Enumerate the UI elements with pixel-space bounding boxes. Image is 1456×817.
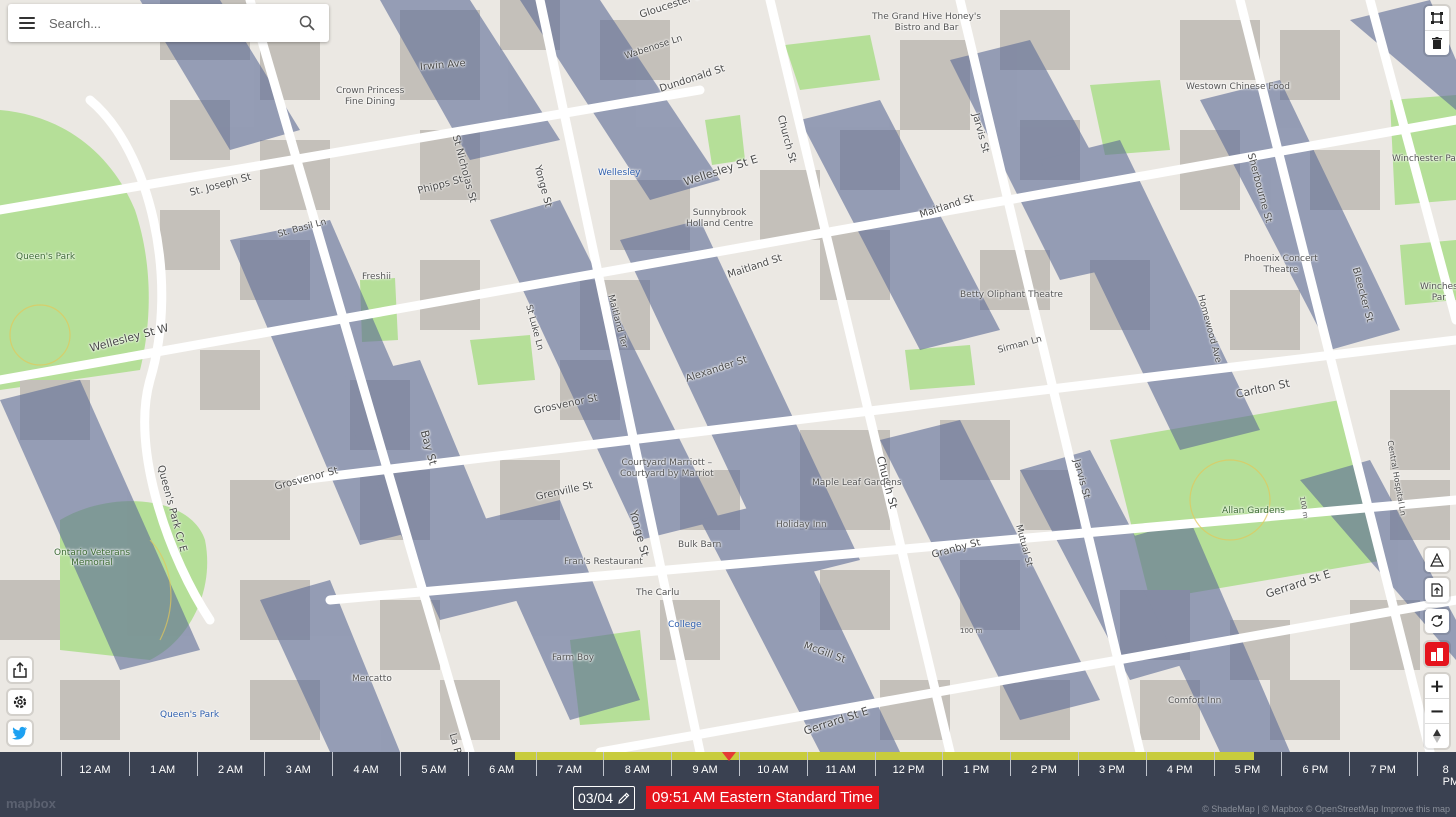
hour-label[interactable]: 1 PM — [963, 764, 989, 776]
poi-label[interactable]: Freshii — [362, 272, 391, 283]
hour-tick — [1213, 752, 1215, 776]
transit-station-label[interactable]: Queen's Park — [160, 710, 219, 720]
hour-tick — [942, 752, 944, 776]
poi-label[interactable]: Courtyard Marriott – Courtyard by Marrio… — [620, 458, 714, 480]
hour-tick — [535, 752, 537, 776]
poi-label[interactable]: Betty Oliphant Theatre — [960, 290, 1063, 301]
current-time-marker[interactable] — [721, 752, 736, 761]
search-input[interactable] — [47, 14, 281, 32]
hour-tick — [1010, 752, 1012, 776]
building-grid-icon[interactable] — [1425, 548, 1449, 572]
poi-label[interactable]: Holiday Inn — [776, 520, 827, 531]
hour-label[interactable]: 10 AM — [757, 764, 788, 776]
poi-label[interactable]: Fran's Restaurant — [564, 557, 643, 568]
twitter-icon[interactable] — [8, 721, 32, 745]
hour-label[interactable]: 8 AM — [625, 764, 650, 776]
hour-label[interactable]: 2 AM — [218, 764, 243, 776]
hour-label[interactable]: 2 PM — [1031, 764, 1057, 776]
hour-label[interactable]: 3 PM — [1099, 764, 1125, 776]
hour-tick — [1078, 752, 1079, 776]
upload-file-icon[interactable] — [1425, 578, 1449, 602]
hour-tick — [1281, 752, 1283, 776]
hour-tick — [467, 752, 469, 776]
hour-label[interactable]: 4 PM — [1167, 764, 1193, 776]
hour-tick — [874, 752, 876, 776]
hour-tick — [1417, 752, 1418, 776]
hour-label[interactable]: 8 PM — [1443, 764, 1456, 788]
draw-square-icon[interactable] — [1425, 6, 1449, 31]
hour-label[interactable]: 7 PM — [1370, 764, 1396, 776]
park-label[interactable]: Ontario Veterans Memorial — [54, 548, 130, 568]
hour-label[interactable]: 11 AM — [826, 764, 856, 776]
hour-label[interactable]: 12 PM — [893, 764, 925, 776]
poi-label[interactable]: Sunnybrook Holland Centre — [686, 208, 753, 230]
hour-tick — [264, 752, 266, 776]
hour-tick — [739, 752, 740, 776]
hour-label[interactable]: 7 AM — [557, 764, 582, 776]
park-label[interactable]: Queen's Park — [16, 252, 75, 262]
hour-tick — [1145, 752, 1147, 776]
poi-label[interactable]: Maple Leaf Gardens — [812, 478, 902, 489]
zoom-out-button[interactable]: − — [1425, 699, 1449, 724]
poi-label[interactable]: Bulk Barn — [678, 540, 721, 551]
hour-tick — [196, 752, 198, 776]
poi-label[interactable]: Winchester Par — [1392, 154, 1456, 165]
draw-controls — [1425, 6, 1449, 55]
buildings-icon[interactable] — [1425, 642, 1449, 666]
hour-label[interactable]: 5 AM — [421, 764, 446, 776]
poi-label[interactable]: Westown Chinese Food — [1186, 82, 1290, 93]
zoom-controls: + − — [1425, 674, 1449, 748]
map-canvas[interactable] — [0, 0, 1456, 752]
hour-tick — [603, 752, 605, 776]
park-label[interactable]: Allan Gardens — [1222, 506, 1285, 516]
hour-tick — [128, 752, 130, 776]
poi-label[interactable]: Farm Boy — [552, 653, 594, 664]
poi-label[interactable]: The Grand Hive Honey's Bistro and Bar — [872, 12, 981, 34]
menu-icon[interactable] — [19, 17, 35, 29]
transit-station-label[interactable]: College — [668, 620, 702, 630]
search-icon[interactable] — [299, 15, 315, 31]
search-bar — [8, 4, 329, 42]
compass-icon[interactable] — [1425, 724, 1449, 748]
transit-station-label[interactable]: Wellesley — [598, 168, 641, 178]
hour-label[interactable]: 3 AM — [286, 764, 311, 776]
current-time-label: 09:51 AM Eastern Standard Time — [646, 786, 879, 809]
hour-label[interactable]: 4 AM — [354, 764, 379, 776]
hour-tick — [1349, 752, 1351, 776]
hour-tick — [400, 752, 401, 776]
minus-icon: − — [1429, 700, 1445, 722]
poi-label[interactable]: Comfort Inn — [1168, 696, 1221, 707]
hour-label[interactable]: 6 AM — [489, 764, 514, 776]
share-icon[interactable] — [8, 658, 32, 682]
poi-label[interactable]: Crown Princess Fine Dining — [336, 86, 404, 108]
rotate-icon[interactable] — [1425, 609, 1449, 633]
map-graphics — [0, 0, 1456, 752]
hour-label[interactable]: 9 AM — [693, 764, 718, 776]
hour-label[interactable]: 6 PM — [1302, 764, 1328, 776]
hour-tick — [671, 752, 673, 776]
hour-label[interactable]: 5 PM — [1235, 764, 1261, 776]
poi-label[interactable]: Phoenix Concert Theatre — [1244, 254, 1318, 276]
hour-tick — [61, 752, 62, 776]
poi-label[interactable]: Mercatto — [352, 674, 392, 685]
plus-icon: + — [1429, 675, 1445, 697]
pencil-icon — [618, 792, 630, 804]
daylight-range-bar — [515, 752, 1255, 760]
date-selector[interactable]: 03/04 — [573, 786, 635, 810]
settings-icon[interactable] — [8, 690, 32, 714]
mapbox-logo[interactable]: mapbox — [6, 796, 56, 811]
poi-label[interactable]: Winches Par — [1420, 282, 1456, 304]
zoom-in-button[interactable]: + — [1425, 674, 1449, 699]
trash-icon[interactable] — [1425, 31, 1449, 55]
hour-label[interactable]: 12 AM — [79, 764, 110, 776]
poi-label[interactable]: The Carlu — [636, 588, 679, 599]
hour-tick — [806, 752, 808, 776]
date-value: 03/04 — [577, 790, 614, 806]
hour-label[interactable]: 1 AM — [150, 764, 175, 776]
scale-label: 100 m — [960, 627, 983, 635]
hour-tick — [332, 752, 334, 776]
attribution[interactable]: © ShadeMap | © Mapbox © OpenStreetMap Im… — [1202, 804, 1450, 814]
